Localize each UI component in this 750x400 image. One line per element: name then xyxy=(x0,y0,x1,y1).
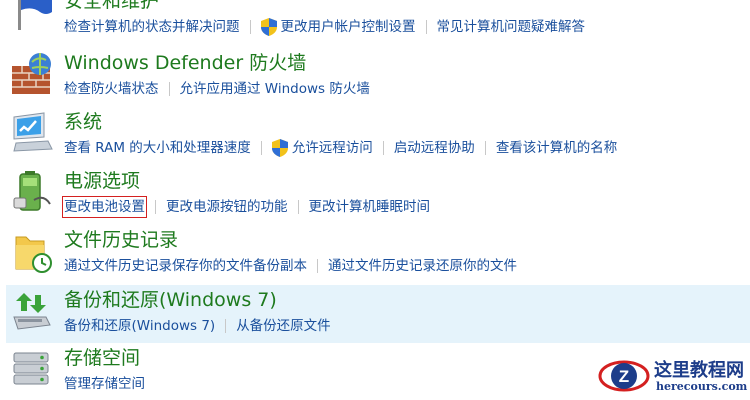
category-backup-restore[interactable]: 备份和还原(Windows 7) 备份和还原(Windows 7) 从备份还原文… xyxy=(6,285,750,343)
watermark-logo-icon: Z xyxy=(598,360,650,392)
category-power: 电源选项 更改电池设置 更改电源按钮的功能 更改计算机睡眠时间 xyxy=(6,166,750,224)
watermark-title: 这里教程网 xyxy=(654,360,744,381)
separator xyxy=(382,141,384,155)
separator xyxy=(425,20,427,34)
category-title[interactable]: 系统 xyxy=(64,110,102,134)
category-title[interactable]: 存储空间 xyxy=(64,346,140,370)
battery-icon xyxy=(13,171,51,211)
category-title[interactable]: 文件历史记录 xyxy=(64,228,178,252)
watermark-url: herecours.com xyxy=(656,380,748,393)
separator xyxy=(225,319,227,333)
category-firewall: Windows Defender 防火墙 检查防火墙状态 允许应用通过 Wind… xyxy=(6,48,750,106)
uac-shield-icon xyxy=(260,18,277,36)
category-title[interactable]: 电源选项 xyxy=(64,169,140,193)
flag-icon xyxy=(18,0,52,30)
separator xyxy=(297,200,299,214)
link-uac-settings[interactable]: 更改用户帐户控制设置 xyxy=(281,18,416,36)
category-title[interactable]: 备份和还原(Windows 7) xyxy=(64,288,277,312)
separator xyxy=(260,141,262,155)
uac-shield-icon xyxy=(271,139,288,157)
link-manage-storage[interactable]: 管理存储空间 xyxy=(64,375,145,393)
link-backup-restore-win7[interactable]: 备份和还原(Windows 7) xyxy=(64,317,215,335)
category-title[interactable]: 安全和维护 xyxy=(64,0,159,13)
link-allow-app[interactable]: 允许应用通过 Windows 防火墙 xyxy=(180,80,370,98)
svg-text:Z: Z xyxy=(619,367,629,386)
link-restore-files[interactable]: 通过文件历史记录还原你的文件 xyxy=(328,257,517,275)
link-check-status[interactable]: 检查计算机的状态并解决问题 xyxy=(64,18,240,36)
firewall-icon xyxy=(12,53,51,94)
storage-icon xyxy=(13,352,49,385)
link-restore-from-backup[interactable]: 从备份还原文件 xyxy=(236,317,331,335)
watermark: Z 这里教程网 herecours.com xyxy=(598,354,748,398)
link-sleep-time[interactable]: 更改计算机睡眠时间 xyxy=(309,198,431,216)
link-troubleshoot[interactable]: 常见计算机问题疑难解答 xyxy=(437,18,586,36)
computer-icon xyxy=(13,112,53,152)
link-save-backup[interactable]: 通过文件历史记录保存你的文件备份副本 xyxy=(64,257,307,275)
category-file-history: 文件历史记录 通过文件历史记录保存你的文件备份副本 通过文件历史记录还原你的文件 xyxy=(6,225,750,283)
separator xyxy=(484,141,486,155)
link-firewall-status[interactable]: 检查防火墙状态 xyxy=(64,80,159,98)
link-remote-access[interactable]: 允许远程访问 xyxy=(292,139,373,157)
folder-clock-icon xyxy=(15,236,52,273)
category-system: 系统 查看 RAM 的大小和处理器速度 允许远程访问 启动远程协助 查看该计算机… xyxy=(6,107,750,165)
category-title[interactable]: Windows Defender 防火墙 xyxy=(64,51,306,75)
link-computer-name[interactable]: 查看该计算机的名称 xyxy=(496,139,618,157)
link-power-button[interactable]: 更改电源按钮的功能 xyxy=(166,198,288,216)
separator xyxy=(155,200,156,214)
separator xyxy=(168,82,170,96)
separator xyxy=(317,259,318,273)
separator xyxy=(249,20,251,34)
category-security-maintenance: 安全和维护 检查计算机的状态并解决问题 更改用户帐户控制设置 常见计算机问题疑难… xyxy=(6,0,750,44)
link-remote-assist[interactable]: 启动远程协助 xyxy=(394,139,475,157)
link-battery-settings[interactable]: 更改电池设置 xyxy=(62,196,147,218)
backup-icon xyxy=(13,293,51,330)
link-ram-cpu[interactable]: 查看 RAM 的大小和处理器速度 xyxy=(64,139,251,157)
